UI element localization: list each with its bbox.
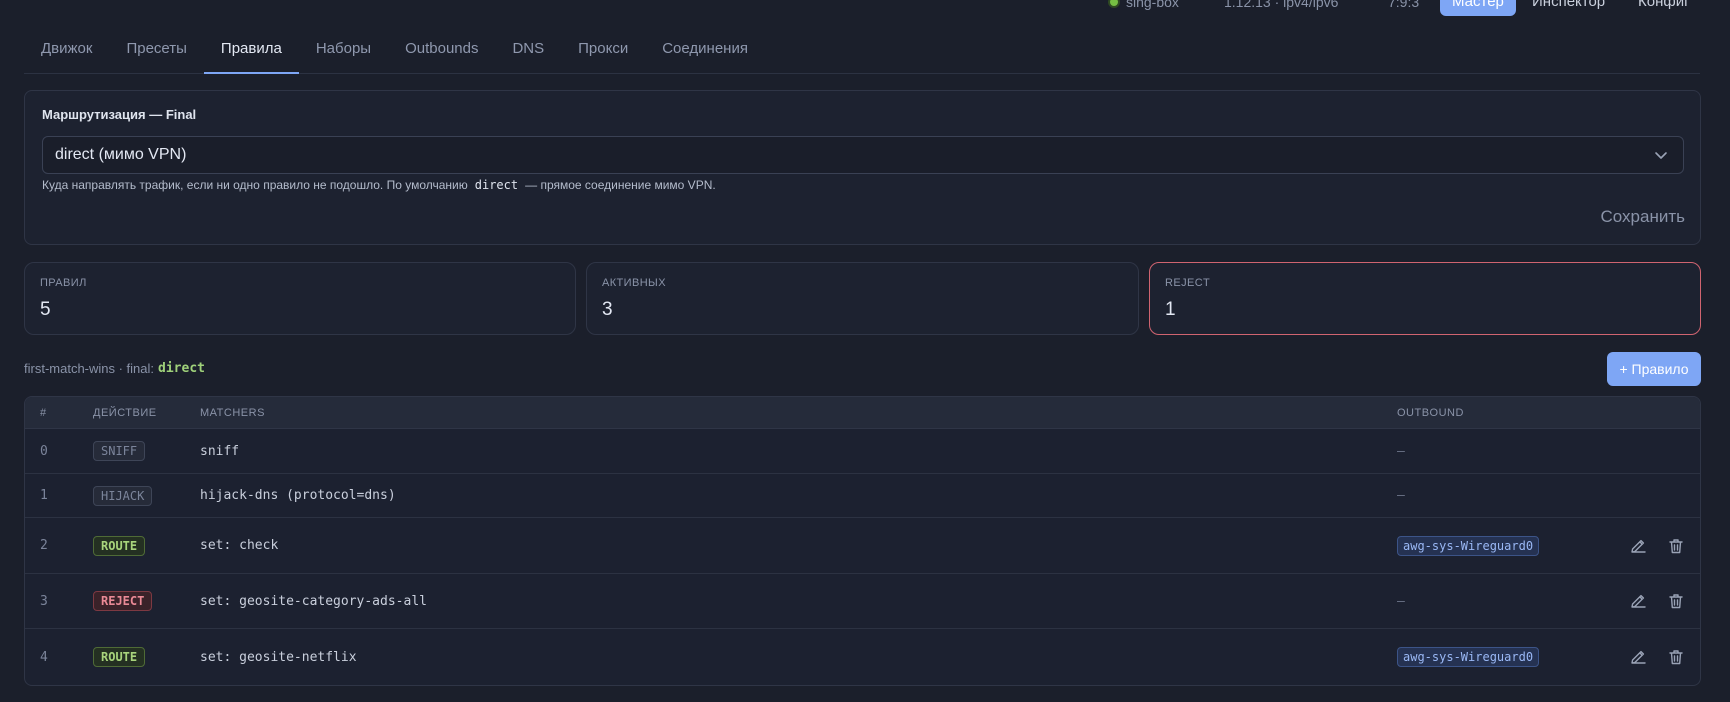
rule-matchers: sniff <box>200 443 240 459</box>
mode-inspector-button[interactable]: Инспектор <box>1520 0 1617 16</box>
hint-prefix: Куда направлять трафик, если ни одно пра… <box>42 178 468 192</box>
tab-connections[interactable]: Соединения <box>645 28 765 74</box>
outbound-tag[interactable]: awg-sys-Wireguard0 <box>1397 647 1540 667</box>
stat-label: ПРАВИЛ <box>40 277 87 289</box>
stat-label: REJECT <box>1165 277 1211 289</box>
engine-status-label: sing-box <box>1126 0 1179 10</box>
main-tabs: Движок Пресеты Правила Наборы Outbounds … <box>24 28 1700 74</box>
tab-sets[interactable]: Наборы <box>299 28 388 74</box>
table-row: 3 REJECT set: geosite-category-ads-all — <box>25 574 1700 629</box>
header-outbound: OUTBOUND <box>1397 407 1464 419</box>
engine-version: 1.12.13 · ipv4/ipv6 <box>1224 0 1339 10</box>
row-actions <box>1629 518 1685 573</box>
trash-icon[interactable] <box>1667 592 1685 610</box>
final-routing-title: Маршрутизация — Final <box>42 107 197 122</box>
rule-index: 3 <box>40 593 48 609</box>
table-row: 0 SNIFF sniff — <box>25 429 1700 474</box>
summary-final-value: direct <box>158 361 205 376</box>
row-actions <box>1629 629 1685 685</box>
table-row: 1 HIJACK hijack-dns (protocol=dns) — <box>25 474 1700 518</box>
trash-icon[interactable] <box>1667 537 1685 555</box>
outbound-tag[interactable]: awg-sys-Wireguard0 <box>1397 535 1540 556</box>
rule-index: 1 <box>40 488 48 503</box>
final-routing-card: Маршрутизация — Final direct (мимо VPN) … <box>24 90 1701 245</box>
trash-icon[interactable] <box>1667 648 1685 666</box>
rule-matchers: hijack-dns (protocol=dns) <box>200 488 396 503</box>
hint-code: direct <box>474 178 519 192</box>
rule-matchers: set: geosite-netflix <box>200 649 357 665</box>
rules-table: # ДЕЙСТВИЕ MATCHERS OUTBOUND 0 SNIFF sni… <box>24 396 1701 686</box>
status-dot-icon <box>1108 0 1120 8</box>
tab-outbounds[interactable]: Outbounds <box>388 28 495 74</box>
rule-outbound: — <box>1397 443 1405 459</box>
rule-action-cell: HIJACK <box>93 474 153 517</box>
action-badge: REJECT <box>93 591 153 611</box>
table-header: # ДЕЙСТВИЕ MATCHERS OUTBOUND <box>25 397 1700 429</box>
summary-prefix: first-match-wins · final: <box>24 361 155 376</box>
rule-action-cell: ROUTE <box>93 629 146 685</box>
rule-index: 2 <box>40 538 48 553</box>
top-bar: sing-box 1.12.13 · ipv4/ipv6 7:9:3 Масте… <box>0 0 1730 16</box>
stat-label: АКТИВНЫХ <box>602 277 666 289</box>
rule-outbound: — <box>1397 488 1405 503</box>
rule-action-cell: REJECT <box>93 574 153 628</box>
stat-card-active: АКТИВНЫХ 3 <box>586 262 1139 335</box>
header-index: # <box>40 407 47 419</box>
stat-value: 3 <box>602 299 613 320</box>
row-actions <box>1629 574 1685 628</box>
tab-presets[interactable]: Пресеты <box>109 28 203 74</box>
action-badge: SNIFF <box>93 441 146 461</box>
header-action: ДЕЙСТВИЕ <box>93 407 157 419</box>
tab-proxy[interactable]: Прокси <box>561 28 645 74</box>
stat-value: 5 <box>40 299 51 320</box>
rule-index: 4 <box>40 649 48 665</box>
rule-index: 0 <box>40 443 48 459</box>
edit-icon[interactable] <box>1629 592 1647 610</box>
add-rule-button[interactable]: + Правило <box>1607 352 1701 386</box>
stat-card-reject: REJECT 1 <box>1149 262 1701 335</box>
table-row: 4 ROUTE set: geosite-netflix awg-sys-Wir… <box>25 629 1700 685</box>
chevron-down-icon <box>1655 152 1667 159</box>
edit-icon[interactable] <box>1629 648 1647 666</box>
mode-config-button[interactable]: Конфиг <box>1626 0 1702 16</box>
rules-summary: first-match-wins · final: direct <box>24 361 205 376</box>
tab-dns[interactable]: DNS <box>495 28 561 74</box>
tab-rules[interactable]: Правила <box>203 28 299 74</box>
action-badge: ROUTE <box>93 535 146 556</box>
action-badge: ROUTE <box>93 647 146 667</box>
engine-status: sing-box <box>1108 0 1179 16</box>
save-button[interactable]: Сохранить <box>1601 207 1685 227</box>
final-routing-hint: Куда направлять трафик, если ни одно пра… <box>42 178 716 192</box>
stat-value: 1 <box>1165 299 1176 320</box>
mode-master-button[interactable]: Мастер <box>1440 0 1516 16</box>
rule-outbound-cell: awg-sys-Wireguard0 <box>1397 518 1540 573</box>
engine-port: 7:9:3 <box>1388 0 1420 10</box>
rule-matchers: set: check <box>200 538 279 553</box>
rule-action-cell: SNIFF <box>93 429 146 473</box>
action-badge: HIJACK <box>93 485 153 506</box>
rule-matchers: set: geosite-category-ads-all <box>200 593 427 609</box>
table-row: 2 ROUTE set: check awg-sys-Wireguard0 <box>25 518 1700 574</box>
rule-action-cell: ROUTE <box>93 518 146 573</box>
rule-outbound: — <box>1397 593 1405 609</box>
stat-card-rules: ПРАВИЛ 5 <box>24 262 576 335</box>
hint-suffix: — прямое соединение мимо VPN. <box>525 178 716 192</box>
header-matchers: MATCHERS <box>200 407 265 419</box>
final-outbound-value: direct (мимо VPN) <box>55 146 187 163</box>
edit-icon[interactable] <box>1629 537 1647 555</box>
final-outbound-select[interactable]: direct (мимо VPN) <box>42 136 1684 174</box>
rule-outbound-cell: awg-sys-Wireguard0 <box>1397 629 1540 685</box>
tab-engine[interactable]: Движок <box>24 28 109 74</box>
